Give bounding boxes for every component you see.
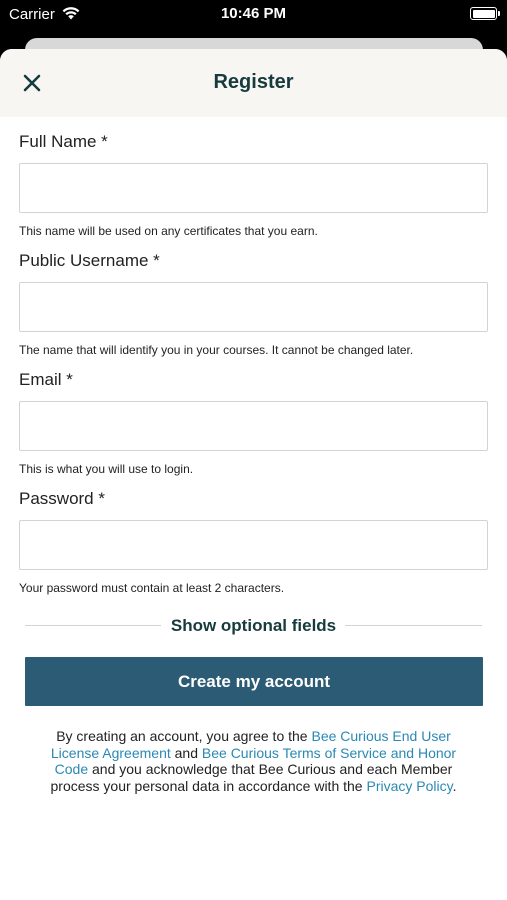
password-hint: Your password must contain at least 2 ch…	[19, 581, 285, 595]
email-field: Email * This is what you will use to log…	[19, 367, 488, 477]
header: Register	[0, 49, 507, 117]
username-label: Public Username *	[19, 251, 160, 270]
full-name-field: Full Name * This name will be used on an…	[19, 129, 488, 239]
password-input[interactable]	[19, 520, 488, 570]
email-hint: This is what you will use to login.	[19, 462, 194, 476]
status-bar: Carrier 10:46 PM	[0, 0, 507, 30]
page-title: Register	[213, 71, 294, 93]
clock: 10:46 PM	[220, 5, 287, 22]
full-name-input[interactable]	[19, 163, 488, 213]
legal-text-part: and	[170, 744, 202, 761]
optional-fields-row: Show optional fields	[19, 612, 488, 640]
email-input[interactable]	[19, 401, 488, 451]
username-input[interactable]	[19, 282, 488, 332]
create-account-button[interactable]: Create my account	[25, 657, 483, 706]
full-name-label: Full Name *	[19, 132, 108, 151]
battery-icon	[470, 7, 500, 20]
username-hint: The name that will identify you in your …	[19, 343, 414, 357]
legal-text-part: .	[452, 777, 457, 794]
password-label: Password *	[19, 489, 105, 508]
register-form: Full Name * This name will be used on an…	[0, 129, 507, 794]
username-field: Public Username * The name that will ide…	[19, 248, 488, 358]
divider-line-right	[345, 625, 482, 626]
register-sheet: Register Full Name * This name will be u…	[0, 49, 507, 900]
legal-text-part: By creating an account, you agree to the	[56, 728, 312, 744]
show-optional-fields-button[interactable]: Show optional fields	[19, 616, 488, 636]
legal-text: By creating an account, you agree to the…	[19, 728, 488, 794]
password-field: Password * Your password must contain at…	[19, 486, 488, 596]
privacy-policy-link[interactable]: Privacy Policy	[366, 778, 452, 794]
email-label: Email *	[19, 370, 73, 389]
full-name-hint: This name will be used on any certificat…	[19, 224, 318, 238]
